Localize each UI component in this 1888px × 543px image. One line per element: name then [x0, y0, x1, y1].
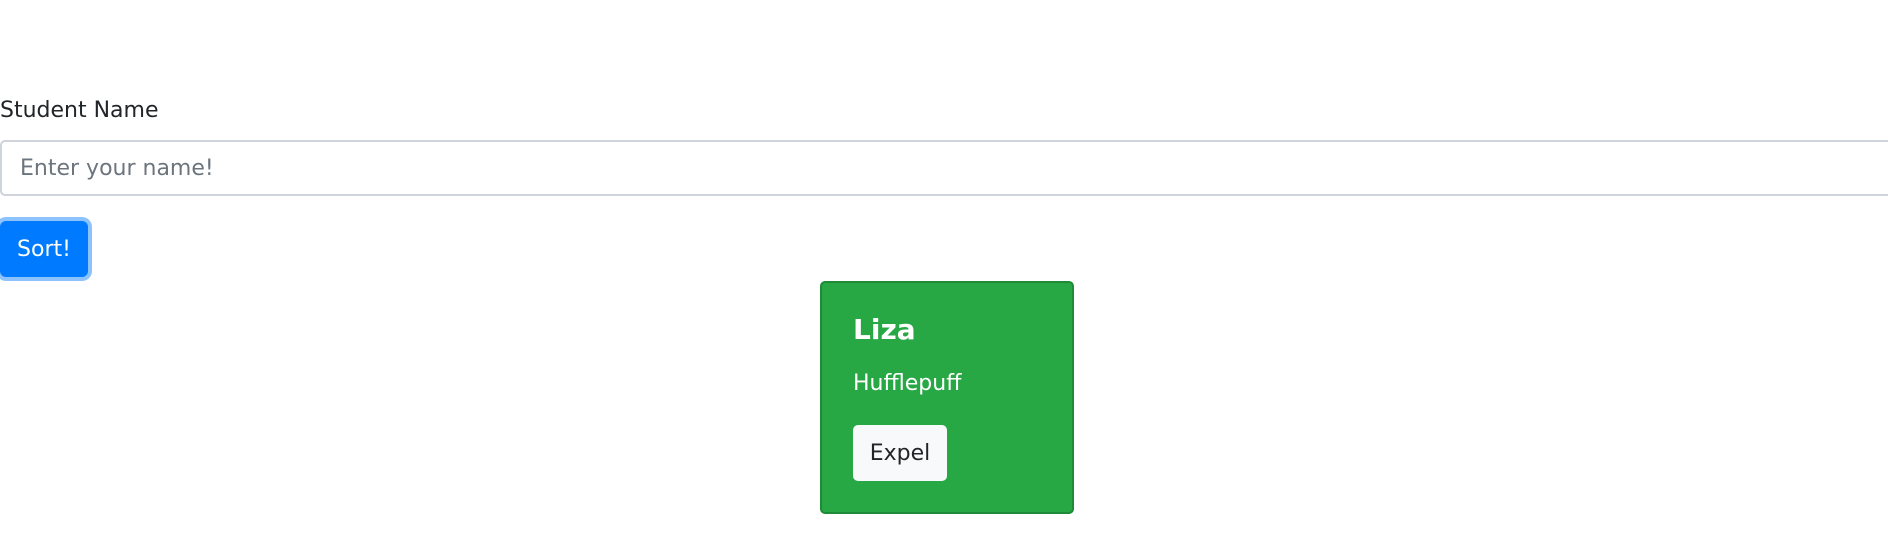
- sort-button[interactable]: Sort!: [0, 221, 88, 277]
- student-card-name: Liza: [853, 313, 916, 346]
- student-card: Liza Hufflepuff Expel: [820, 281, 1074, 514]
- student-name-input[interactable]: [0, 140, 1888, 196]
- expel-button[interactable]: Expel: [853, 425, 947, 481]
- student-card-house: Hufflepuff: [853, 371, 962, 396]
- student-name-label: Student Name: [0, 98, 159, 123]
- page: Student Name Sort! Liza Hufflepuff Expel: [0, 0, 1888, 543]
